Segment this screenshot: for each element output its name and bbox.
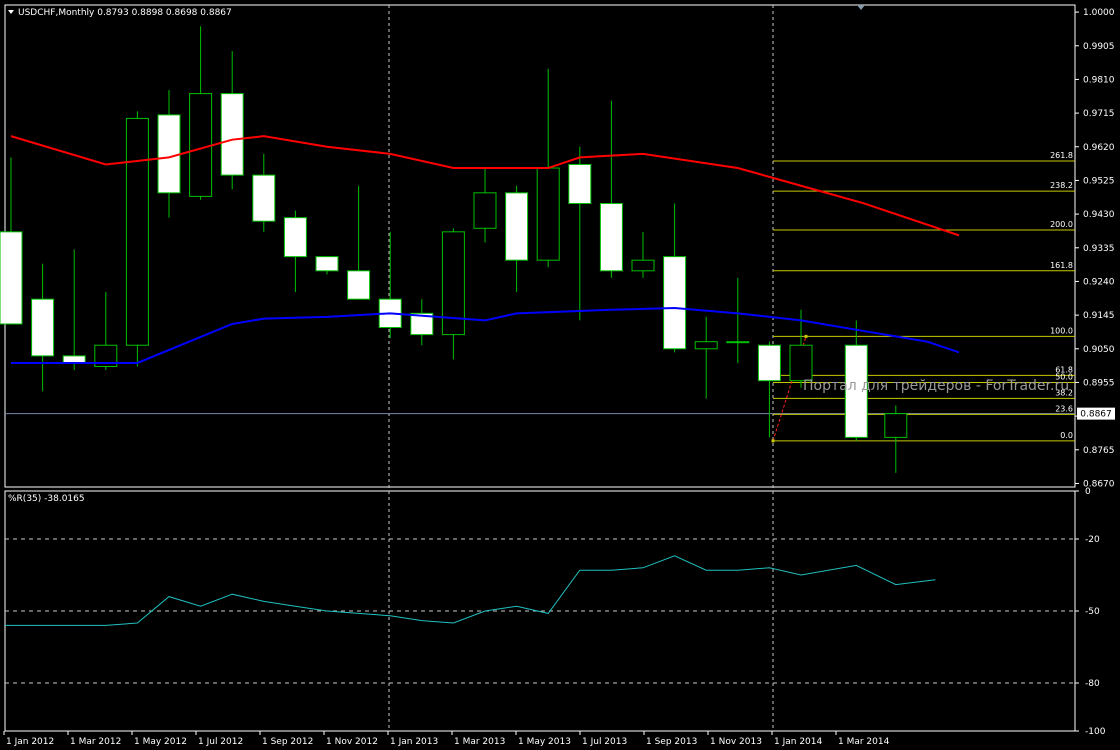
candle-body — [536, 167, 560, 261]
fib-level-label: 161.8 — [1050, 261, 1073, 270]
time-axis-label: 1 Mar 2012 — [70, 737, 121, 747]
time-axis-label: 1 Jan 2012 — [6, 737, 54, 747]
time-axis-label: 1 Mar 2013 — [454, 737, 505, 747]
candle-body — [568, 163, 592, 204]
time-axis-label: 1 Sep 2012 — [262, 737, 313, 747]
candle-body — [694, 341, 718, 350]
chart-canvas: 1.0000 0.9905 0.9810 0.9715 0.9620 0.9525 0.94… — [0, 0, 1120, 750]
candle-body — [125, 117, 149, 346]
candle — [125, 111, 149, 367]
fib-level-label: 261.8 — [1050, 151, 1073, 160]
price-tick-label: 0.9240 — [1083, 277, 1115, 287]
fib-level-label: 238.2 — [1050, 181, 1073, 190]
time-axis-label: 1 May 2012 — [134, 737, 187, 747]
candle-body — [473, 192, 497, 229]
price-tick-label: 0.9715 — [1083, 109, 1115, 119]
time-axis-label: 1 Nov 2013 — [710, 737, 762, 747]
time-axis-label: 1 Jul 2012 — [198, 737, 243, 747]
fib-level-label: 200.0 — [1050, 220, 1073, 229]
symbol-header: USDCHF,Monthly 0.8793 0.8898 0.8698 0.88… — [18, 8, 232, 18]
candle-body — [157, 114, 181, 194]
candle-body — [599, 202, 623, 272]
fib-anchor-point[interactable] — [771, 439, 775, 443]
price-tick-label: 0.9525 — [1083, 176, 1115, 186]
price-tick-label: 0.9430 — [1083, 210, 1115, 220]
candle-body — [252, 174, 276, 222]
candle-body — [283, 217, 307, 258]
watermark: Портал для трейдеров - ForTrader.ru — [803, 378, 1069, 394]
time-axis-label: 1 Jan 2014 — [774, 737, 822, 747]
time-axis-label: 1 Mar 2014 — [838, 737, 890, 747]
price-tick-label: 0.9335 — [1083, 244, 1115, 254]
candle-body — [315, 256, 339, 272]
time-axis-label: 1 Jan 2013 — [390, 737, 438, 747]
indicator-tick-label: -50 — [1085, 607, 1100, 617]
fib-anchor-point[interactable] — [804, 334, 808, 338]
time-axis-label: 1 May 2013 — [518, 737, 571, 747]
candle-body — [62, 355, 86, 364]
candle-body — [0, 231, 23, 325]
indicator-header: %R(35) -38.0165 — [8, 494, 85, 504]
price-tick-label: 0.9050 — [1083, 345, 1115, 355]
price-tick-label: 0.9620 — [1083, 143, 1115, 153]
price-tick-label: 0.8955 — [1083, 378, 1115, 388]
fib-level-label: 0.0 — [1060, 431, 1073, 440]
price-tick-label: 1.0000 — [1083, 8, 1115, 18]
candle-body — [31, 298, 55, 357]
candle-body — [726, 341, 750, 344]
candle-body — [663, 256, 687, 350]
candle-body — [505, 192, 529, 261]
candle-body — [884, 413, 908, 438]
indicator-tick-label: 0 — [1085, 487, 1091, 497]
indicator-tick-label: -20 — [1085, 535, 1100, 545]
price-tick-label: 0.9905 — [1083, 42, 1115, 52]
candle-body — [631, 259, 655, 272]
time-axis-label: 1 Nov 2012 — [326, 737, 378, 747]
fib-level-label: 100.0 — [1050, 326, 1073, 335]
time-axis-label: 1 Sep 2013 — [646, 737, 697, 747]
current-price-label: 0.8867 — [1080, 410, 1112, 420]
indicator-tick-label: -80 — [1085, 679, 1100, 689]
candle-body — [789, 344, 813, 382]
indicator-tick-label: -100 — [1085, 727, 1106, 737]
candle-body — [347, 270, 371, 300]
candle-body — [220, 93, 244, 176]
price-tick-label: 0.9145 — [1083, 311, 1115, 321]
candle-body — [757, 344, 781, 382]
price-tick-label: 0.9810 — [1083, 75, 1115, 85]
time-axis-label: 1 Jul 2013 — [582, 737, 627, 747]
candle-body — [189, 93, 213, 197]
fib-level-label: 23.6 — [1055, 404, 1073, 413]
price-tick-label: 0.8765 — [1083, 446, 1115, 456]
